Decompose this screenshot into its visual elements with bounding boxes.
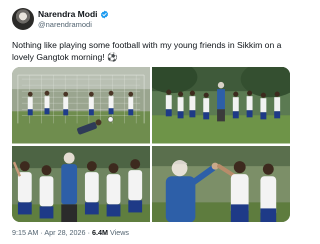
author-name[interactable]: Narendra Modi — [38, 9, 98, 19]
kids-celebrating-image — [12, 145, 150, 222]
verified-badge-icon — [100, 10, 108, 18]
photo-kids-celebrating[interactable] — [12, 145, 150, 222]
author-handle[interactable]: @narendramodi — [38, 20, 92, 29]
tweet-time[interactable]: 9:15 AM — [12, 228, 38, 237]
meta-separator: · — [40, 228, 43, 237]
high-five-image — [152, 145, 290, 222]
tweet-text: Nothing like playing some football with … — [12, 40, 282, 62]
media-grid — [12, 67, 290, 222]
author-name-row[interactable]: Narendra Modi — [38, 9, 109, 19]
photo-goal-save[interactable] — [12, 67, 150, 144]
photo-team-lineup[interactable] — [152, 67, 290, 144]
views-label: Views — [109, 228, 129, 237]
meta-separator-2: · — [87, 228, 90, 237]
photo-high-five[interactable] — [152, 145, 290, 222]
goal-save-image — [12, 67, 150, 144]
tweet-meta: 9:15 AM · Apr 28, 2026 · 6.4M Views — [12, 228, 129, 237]
author-avatar[interactable] — [12, 8, 34, 30]
views-count: 6.4M — [91, 228, 108, 237]
team-lineup-image — [152, 67, 290, 144]
tweet-date[interactable]: Apr 28, 2026 — [44, 228, 85, 237]
